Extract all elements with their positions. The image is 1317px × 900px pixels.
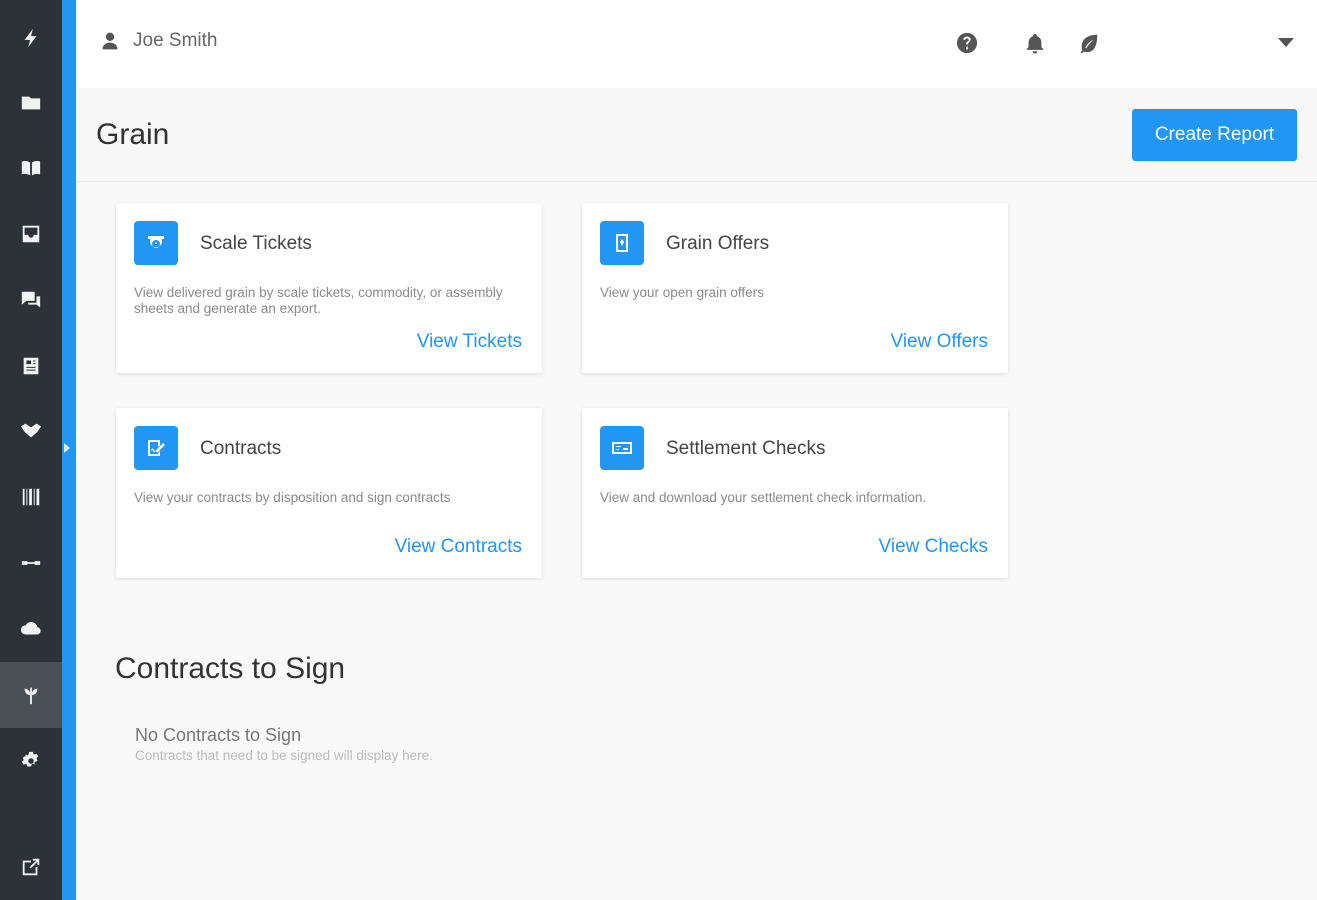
sidebar-item-inventory[interactable] [0, 464, 62, 530]
sidebar-item-inbox[interactable] [0, 201, 62, 267]
empty-state-title: No Contracts to Sign [135, 725, 302, 745]
gear-icon [21, 751, 39, 767]
newspaper-icon [23, 357, 39, 375]
user-icon [102, 32, 118, 50]
inbox-icon [22, 225, 40, 243]
sidebar-item-cloud[interactable] [0, 596, 62, 662]
chat-icon [21, 291, 41, 308]
view-tickets-link[interactable]: View Tickets [417, 331, 522, 353]
sidebar-item-dashboard[interactable] [0, 5, 62, 71]
card-settlement-checks: Settlement Checks View and download your… [582, 408, 1008, 578]
user-menu[interactable]: Joe Smith [100, 30, 217, 52]
farm-switcher-button[interactable] [1076, 30, 1102, 56]
card-icon-box [134, 426, 178, 470]
lightning-icon [24, 28, 37, 48]
card-title: Settlement Checks [666, 438, 826, 459]
card-icon-box [600, 221, 644, 265]
notifications-button[interactable] [1022, 30, 1048, 56]
sidebar-item-settings[interactable] [0, 728, 62, 794]
leaf-icon [1080, 34, 1098, 54]
book-icon [21, 160, 41, 176]
top-bar: Joe Smith [76, 0, 1317, 88]
empty-state-subtitle: Contracts that need to be signed will di… [135, 748, 433, 763]
view-contracts-link[interactable]: View Contracts [395, 536, 522, 558]
card-grain-offers: Grain Offers View your open grain offers… [582, 203, 1008, 373]
handshake-icon [20, 423, 42, 438]
grain-bag-icon [616, 234, 628, 252]
card-description: View your open grain offers [600, 285, 764, 300]
sidebar-item-messages[interactable] [0, 267, 62, 333]
cloud-icon [20, 622, 41, 635]
chevron-down-icon[interactable] [1278, 38, 1294, 47]
view-checks-link[interactable]: View Checks [879, 536, 988, 558]
bell-icon [1026, 33, 1044, 54]
signature-icon [148, 440, 165, 456]
card-description: View your contracts by disposition and s… [134, 490, 451, 505]
page-header: Grain Create Report [76, 88, 1317, 182]
sidebar-item-library[interactable] [0, 135, 62, 201]
help-button[interactable] [954, 30, 980, 56]
card-title: Contracts [200, 438, 282, 459]
sidebar-item-partners[interactable] [0, 398, 62, 464]
view-offers-link[interactable]: View Offers [890, 331, 988, 353]
card-title: Grain Offers [666, 233, 770, 254]
page-title: Grain [96, 118, 170, 151]
card-title: Scale Tickets [200, 233, 312, 254]
scale-icon [148, 236, 164, 248]
plant-icon [24, 687, 38, 705]
contracts-to-sign-heading: Contracts to Sign [115, 652, 346, 685]
card-description: View delivered grain by scale tickets, c… [134, 285, 503, 316]
card-description: View and download your settlement check … [600, 490, 927, 505]
barcode-icon [22, 488, 40, 506]
link-icon [21, 561, 41, 565]
card-icon-box [134, 221, 178, 265]
sidebar-item-files[interactable] [0, 70, 62, 136]
create-report-button[interactable]: Create Report [1132, 109, 1297, 161]
card-scale-tickets: Scale Tickets View delivered grain by sc… [116, 203, 542, 373]
external-link-icon [22, 858, 40, 876]
user-name: Joe Smith [133, 30, 218, 51]
help-icon [956, 32, 978, 54]
folder-icon [21, 96, 41, 110]
sidebar-item-links[interactable] [0, 530, 62, 596]
card-icon-box [600, 426, 644, 470]
sidebar-item-external[interactable] [0, 834, 62, 900]
check-icon [612, 442, 632, 454]
card-contracts: Contracts View your contracts by disposi… [116, 408, 542, 578]
sidebar [0, 0, 62, 900]
sidebar-item-news[interactable] [0, 333, 62, 399]
sidebar-expand-handle[interactable] [64, 443, 70, 453]
sidebar-item-grain[interactable] [0, 662, 62, 728]
